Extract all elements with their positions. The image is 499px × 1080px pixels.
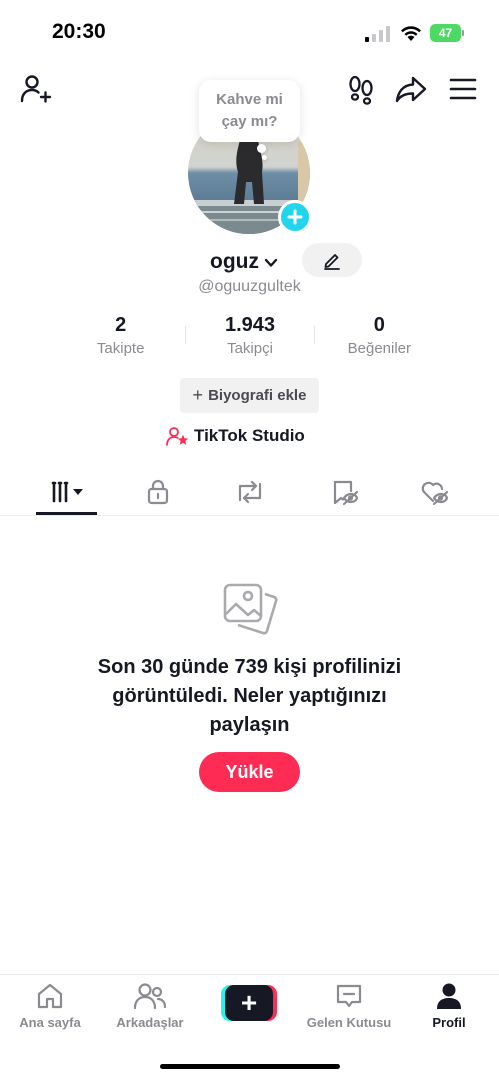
username: oguz [210,250,259,273]
user-handle: @oguuzgultek [198,278,301,295]
tiktok-studio-label: TikTok Studio [194,426,305,445]
tab-private[interactable] [138,472,178,512]
add-bio-label: Biyografi ekle [208,387,307,404]
stat-likes[interactable]: 0 Beğeniler [315,314,444,360]
profile-stats: 2 Takipte 1.943 Takipçi 0 Beğeniler [56,314,444,360]
nav-profile[interactable]: Profil [399,981,499,1037]
home-icon [37,983,63,1009]
upload-button[interactable]: Yükle [199,752,300,792]
plus-icon: + [192,385,204,405]
wifi-icon [401,26,421,41]
chevron-down-icon [264,258,278,267]
plus-icon [287,209,303,225]
edit-profile-button[interactable] [302,243,362,277]
tab-reposts[interactable] [228,472,272,512]
nav-friends[interactable]: Arkadaşlar [100,981,200,1037]
nav-label: Gelen Kutusu [306,1015,392,1030]
stat-label: Beğeniler [347,340,412,357]
pencil-icon [324,254,340,270]
stat-following[interactable]: 2 Takipte [56,314,185,360]
nav-home[interactable]: Ana sayfa [0,981,100,1037]
active-tab-indicator [36,512,97,515]
add-story-button[interactable] [278,200,312,234]
tab-videos[interactable] [36,472,97,512]
profile-tabs [0,466,499,516]
stat-divider [185,326,186,344]
add-bio-button[interactable]: + Biyografi ekle [180,378,319,413]
battery-icon: 47 [430,24,464,42]
stat-value: 2 [115,314,127,336]
repost-icon [238,480,262,504]
footprints-icon [349,75,373,105]
note-line-2: çay mı? [221,113,278,130]
battery-level: 47 [438,26,453,40]
inbox-icon [336,984,362,1008]
stat-label: Takipte [96,340,145,357]
note-line-1: Kahve mi [216,91,283,108]
videos-grid-icon [51,481,83,503]
nav-inbox[interactable]: Gelen Kutusu [299,981,399,1037]
menu-button[interactable] [446,72,480,106]
cellular-signal-icon [365,26,390,42]
tiktok-studio-link[interactable]: TikTok Studio [166,424,305,448]
stat-value: 1.943 [224,314,276,336]
tab-liked[interactable] [412,472,456,512]
bubble-tail-small [262,155,267,160]
status-bar: 20:30 47 [0,0,499,66]
saved-hidden-icon [333,480,359,506]
profile-icon [437,983,461,1009]
stat-followers[interactable]: 1.943 Takipçi [185,314,314,360]
liked-hidden-icon [421,481,449,506]
share-profile-button[interactable] [394,72,428,106]
stat-divider [314,326,315,344]
empty-state-message: Son 30 günde 739 kişi profilinizi görünt… [97,656,402,736]
note-bubble[interactable]: Kahve mi çay mı? [199,80,300,142]
tab-saved[interactable] [322,472,366,512]
status-time: 20:30 [52,20,106,43]
home-indicator [160,1064,340,1069]
studio-icon [166,427,188,446]
nav-label: Ana sayfa [19,1015,81,1030]
add-friend-button[interactable] [18,72,52,106]
profile-views-button[interactable] [344,72,378,106]
menu-icon [449,78,477,100]
nav-label: Arkadaşlar [116,1015,184,1030]
username-switcher[interactable]: oguz [210,248,279,276]
stat-value: 0 [373,314,385,336]
friends-icon [133,983,167,1010]
add-friend-icon [20,75,52,103]
nav-label: Profil [432,1015,466,1030]
photo-stack-icon [223,583,278,635]
create-button[interactable]: + [221,985,277,1021]
bubble-tail [257,144,266,153]
share-icon [395,76,427,103]
lock-icon [147,479,169,505]
create-icon: + [225,985,273,1021]
stat-label: Takipçi [227,340,273,357]
